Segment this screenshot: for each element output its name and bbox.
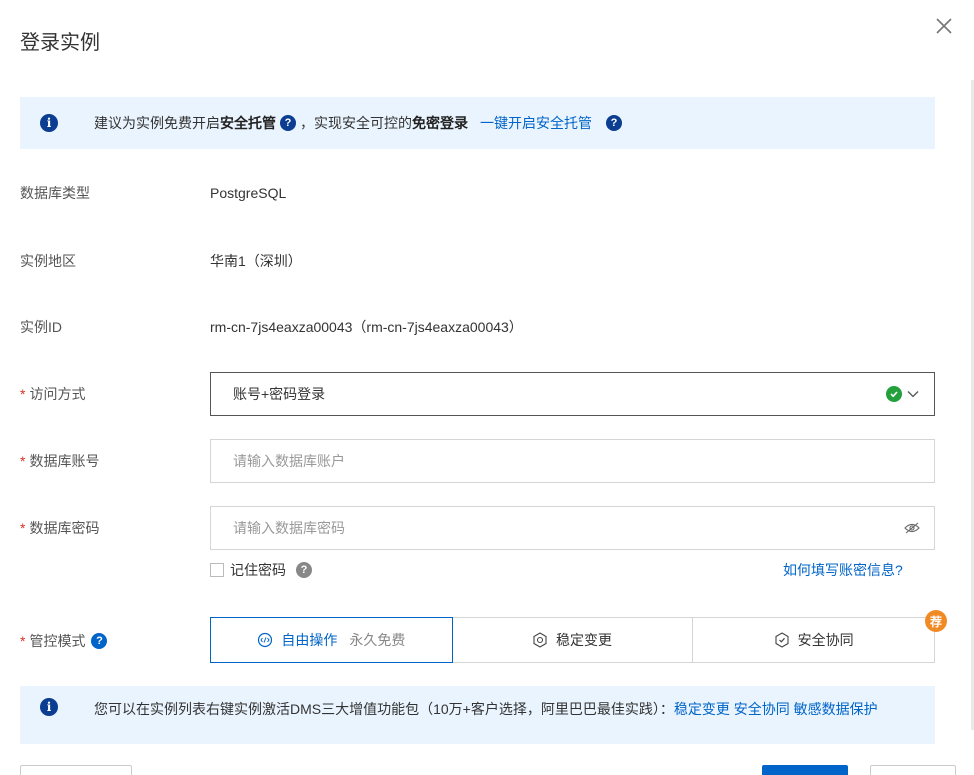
db-type-value: PostgreSQL (210, 185, 287, 201)
eye-off-icon[interactable] (904, 522, 920, 534)
mode-stable-change[interactable]: 稳定变更 (452, 618, 694, 662)
help-icon[interactable]: ? (91, 633, 108, 649)
stable-change-link[interactable]: 稳定变更 (674, 701, 730, 717)
info-icon: i (40, 698, 58, 716)
info-icon: i (40, 114, 58, 132)
help-icon[interactable]: ? (280, 115, 296, 131)
cancel-button[interactable] (870, 765, 956, 775)
chevron-down-icon (907, 391, 919, 398)
free-operation-icon (258, 632, 273, 648)
mode-security-collab[interactable]: 安全协同 (693, 618, 934, 662)
login-instance-dialog: 登录实例 i 建议为实例免费开启 安全托管 ? ，实现安全可控的 免密登录 一键… (0, 0, 974, 775)
db-account-input[interactable]: 请输入数据库账户 (210, 439, 935, 483)
security-collab-icon (775, 632, 789, 648)
confirm-button[interactable] (762, 765, 848, 775)
access-method-select[interactable]: 账号+密码登录 (210, 372, 935, 416)
stable-change-icon (533, 632, 547, 648)
security-notice: i 建议为实例免费开启 安全托管 ? ，实现安全可控的 免密登录 一键开启安全托… (20, 97, 935, 149)
db-password-input[interactable]: 请输入数据库密码 (210, 506, 935, 550)
sensitive-data-link[interactable]: 敏感数据保护 (794, 701, 878, 717)
region-value: 华南1（深圳） (210, 253, 302, 269)
mode-free-operation[interactable]: 自由操作 永久免费 (210, 617, 453, 663)
instance-id-row: 实例ID rm-cn-7js4eaxza00043（rm-cn-7js4eaxz… (20, 319, 523, 335)
remember-password[interactable]: 记住密码 ? (210, 560, 316, 580)
control-mode-selector: 自由操作 永久免费 稳定变更 安全协同 (210, 617, 935, 663)
enable-security-link[interactable]: 一键开启安全托管 (480, 113, 592, 133)
remember-checkbox[interactable] (210, 563, 224, 577)
check-icon (886, 386, 902, 402)
dialog-title: 登录实例 (20, 32, 100, 54)
db-type-row: 数据库类型 PostgreSQL (20, 185, 287, 201)
security-collab-link[interactable]: 安全协同 (734, 701, 790, 717)
instance-id-value: rm-cn-7js4eaxza00043（rm-cn-7js4eaxza0004… (210, 319, 523, 335)
help-icon[interactable]: ? (296, 562, 312, 578)
recommended-badge: 荐 (925, 610, 947, 632)
footer-left-button[interactable] (20, 765, 132, 775)
close-icon[interactable] (932, 14, 956, 38)
region-row: 实例地区 华南1（深圳） (20, 253, 302, 269)
how-to-fill-link[interactable]: 如何填写账密信息? (783, 560, 903, 580)
help-icon[interactable]: ? (606, 115, 622, 131)
dms-features-notice: i 您可以在实例列表右键实例激活DMS三大增值功能包（10万+客户选择，阿里巴巴… (20, 686, 935, 744)
